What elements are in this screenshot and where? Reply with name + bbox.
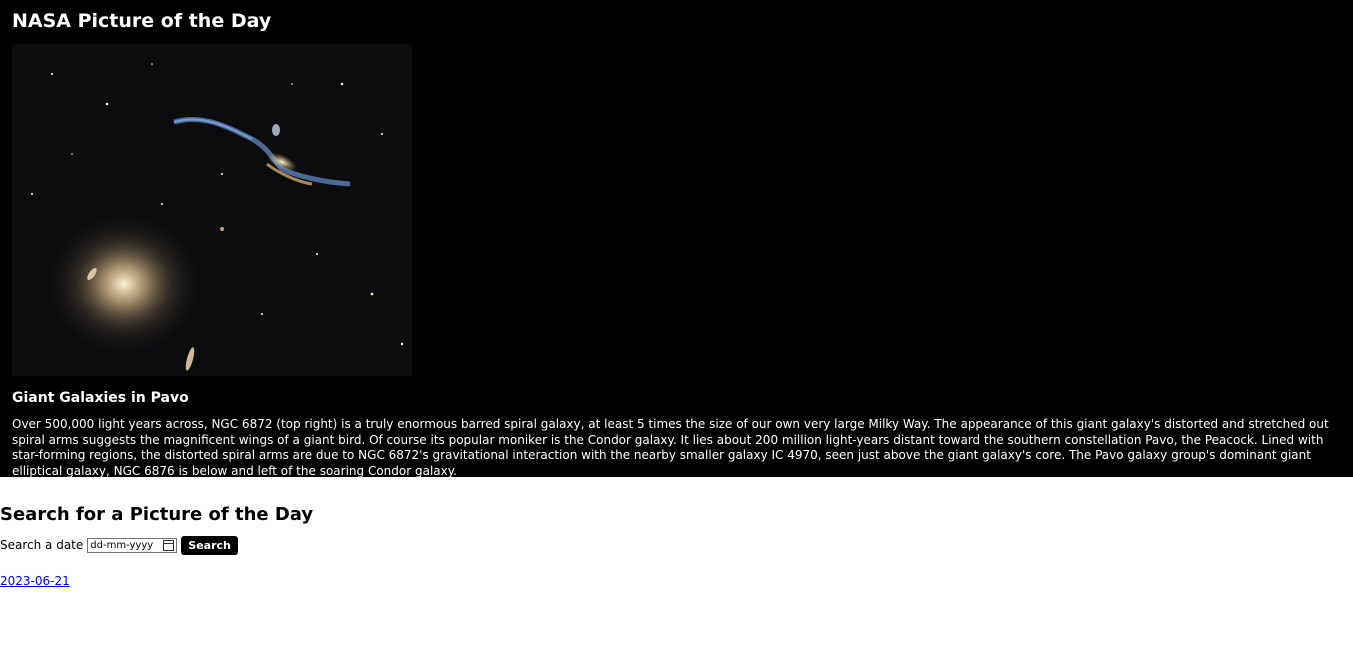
- apod-description: Over 500,000 light years across, NGC 687…: [12, 417, 1329, 478]
- search-date-label: Search a date: [0, 538, 84, 552]
- calendar-icon[interactable]: [163, 539, 175, 551]
- search-heading: Search for a Picture of the Day: [0, 504, 314, 525]
- date-input[interactable]: dd-mm-yyyy: [87, 537, 178, 553]
- apod-section: NASA Picture of the Day Giant Galaxies i…: [0, 0, 1353, 478]
- date-input-placeholder: dd-mm-yyyy: [90, 539, 154, 551]
- search-button[interactable]: Search: [181, 535, 238, 555]
- search-section: Search for a Picture of the Day Search a…: [0, 501, 1353, 588]
- apod-title: Giant Galaxies in Pavo: [12, 390, 189, 406]
- page-title: NASA Picture of the Day: [12, 10, 272, 32]
- apod-image: [12, 44, 412, 376]
- result-date-link[interactable]: 2023-06-21: [0, 574, 70, 588]
- search-row: Search a date dd-mm-yyyy Search: [0, 535, 1353, 555]
